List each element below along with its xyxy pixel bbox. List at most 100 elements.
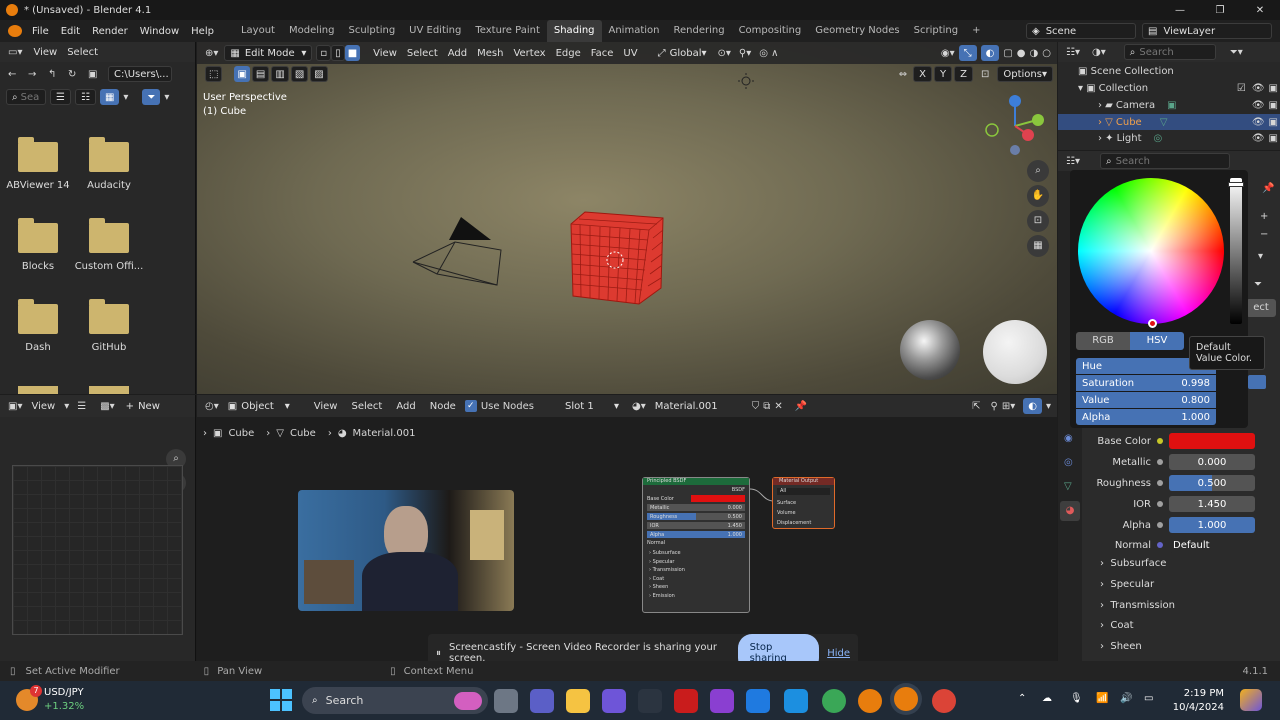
node-section[interactable]: › Transmission [649,566,749,575]
file-search-input[interactable]: ⌕ Sea [6,89,46,105]
viewport-menu-mesh[interactable]: Mesh [472,48,508,59]
parent-dir-icon[interactable]: ↰ [48,69,64,80]
parent-node-tree-icon[interactable]: ⇱ [972,401,980,412]
blender-icon[interactable] [858,689,882,713]
value-field[interactable]: Value 0.800 [1076,392,1216,408]
node-base-color-row[interactable]: Base Color [647,495,745,502]
use-nodes-toggle[interactable]: ✓ Use Nodes [464,400,534,412]
pan-hand-icon[interactable]: ✋ [1027,185,1049,207]
breadcrumb-material[interactable]: Material.001 [353,428,416,439]
scene-selector[interactable]: ◈ Scene [1026,23,1136,39]
axis-y-toggle[interactable]: Y [934,66,953,82]
alpha-field[interactable]: 1.000 [1169,517,1255,533]
tab-uv-editing[interactable]: UV Editing [402,20,468,42]
close-button[interactable]: ✕ [1240,5,1280,16]
clock[interactable]: 2:19 PM 10/4/2024 [1162,687,1224,715]
camera-view-icon[interactable]: ⊡ [1027,210,1049,232]
surface-socket[interactable]: Surface [777,498,834,508]
node-menu-view[interactable]: View [309,401,343,412]
tab-sculpting[interactable]: Sculpting [341,20,402,42]
visibility-eye-icon[interactable]: 👁 [1252,117,1265,128]
node-section[interactable]: › Subsurface [649,549,749,558]
metallic-field[interactable]: 0.000 [1169,454,1255,470]
folder-item[interactable]: ABViewer 14 [2,137,74,191]
tab-compositing[interactable]: Compositing [732,20,809,42]
collapse-plus-icon[interactable]: + [1260,211,1268,222]
node-roughness-row[interactable]: Roughness 0.500 [647,513,745,520]
mode-selector[interactable]: ▦ Edit Mode ▾ [224,45,313,61]
rendered-shading-icon[interactable]: ○ [1042,48,1051,59]
display-mode-icon[interactable]: ◑▾ [1092,47,1106,58]
filter-icon[interactable]: ⏷▾ [1230,47,1243,58]
tab-rendering[interactable]: Rendering [666,20,731,42]
physics-tab-icon[interactable]: ◎ [1064,457,1073,468]
menu-help[interactable]: Help [185,26,220,37]
color-picker-popup[interactable]: RGB HSV Hue0 Saturation0.998 Value0.800 … [1070,170,1248,428]
editor-type-icon[interactable]: ▭▾ [8,47,22,58]
select-subtract-icon[interactable]: ▥ [271,66,289,82]
select-invert-icon[interactable]: ▧ [290,66,309,82]
viewport-3d[interactable]: ⊕▾ ▦ Edit Mode ▾ ▫ ▯ ■ View Select Add Mes… [197,42,1057,394]
new-image-button[interactable]: + New [121,398,165,414]
pause-icon[interactable]: ⏸ [436,648,441,659]
weather-widget[interactable]: 7 USD/JPY +1.32% [14,685,104,715]
collapse-minus-icon[interactable]: − [1260,229,1268,240]
snap-settings-icon[interactable]: ⊞▾ [1002,401,1015,412]
tab-modeling[interactable]: Modeling [282,20,342,42]
output-target-select[interactable]: All [777,488,830,495]
ect-button[interactable]: ect [1246,299,1276,317]
camera-render-icon[interactable]: ▣ [1269,133,1278,144]
value-slider-handle[interactable] [1228,182,1244,187]
app-icon[interactable] [638,689,662,713]
gizmo-toggle-icon[interactable]: ⤡ [958,45,977,61]
properties-search-input[interactable]: ⌕ Search [1099,153,1230,169]
new-folder-icon[interactable]: ▣ [88,69,104,80]
select-intersect-icon[interactable]: ▨ [310,66,328,82]
volume-icon[interactable]: 🔊 [1120,693,1132,704]
select-tool-icon[interactable]: ⬚ [205,66,223,82]
xray-icon[interactable]: ▢ [1003,48,1012,59]
menu-render[interactable]: Render [86,26,134,37]
overlay-toggle-icon[interactable]: ◐ [980,45,1000,61]
saturation-field[interactable]: Saturation 0.998 [1076,375,1216,391]
viewport-menu-edge[interactable]: Edge [551,48,586,59]
folder-item[interactable]: Blocks [2,218,74,272]
windows-start-icon[interactable] [270,689,292,711]
outliner-item-collection[interactable]: ▾ ▣ Collection ☑ 👁 ▣ [1078,83,1278,94]
outliner-search-input[interactable]: ⌕ Search [1123,44,1216,60]
tab-scripting[interactable]: Scripting [907,20,965,42]
tab-shading[interactable]: Shading [546,20,602,42]
outliner-item-cube[interactable]: › ▽ Cube ▽ 👁 ▣ [1058,114,1280,130]
viewport-menu-select[interactable]: Select [402,48,443,59]
chrome-icon[interactable] [822,689,846,713]
axis-x-toggle[interactable]: X [913,66,933,82]
render-tab-icon[interactable]: ◉ [1064,433,1073,444]
editor-type-icon[interactable]: ⊕▾ [205,48,218,59]
camera-render-icon[interactable]: ▣ [1269,83,1278,94]
snap-icon[interactable]: ⚲ [991,401,998,412]
chrome-icon[interactable] [932,689,956,713]
material-shading-icon[interactable]: ◑ [1030,48,1039,59]
node-alpha-row[interactable]: Alpha 1.000 [647,531,745,538]
image-canvas[interactable] [12,465,183,635]
tab-texture-paint[interactable]: Texture Paint [468,20,547,42]
editor-type-icon[interactable]: ◴▾ [205,401,219,412]
navigation-gizmo[interactable] [983,92,1047,156]
camera-object[interactable] [409,212,509,292]
copilot-icon[interactable] [602,689,626,713]
viewport-menu-face[interactable]: Face [586,48,619,59]
tab-geometry-nodes[interactable]: Geometry Nodes [808,20,906,42]
pin-icon[interactable]: 📌 [795,401,807,412]
path-field[interactable]: C:\Users\... [108,66,172,82]
node-header[interactable]: Material Output [773,478,834,485]
node-ior-row[interactable]: IOR 1.450 [647,522,745,529]
folder-item[interactable]: Custom Offi... [73,218,145,272]
volume-socket[interactable]: Volume [777,508,834,518]
slot-selector[interactable]: Slot 1 ▾ [560,398,624,414]
folder-item[interactable]: Audacity [73,137,145,191]
viewport-menu-add[interactable]: Add [443,48,472,59]
viewlayer-selector[interactable]: ▤ ViewLayer [1142,23,1272,39]
node-menu-node[interactable]: Node [425,401,461,412]
app-icon-red[interactable] [674,689,698,713]
visibility-icon[interactable]: ◉▾ [941,48,955,59]
